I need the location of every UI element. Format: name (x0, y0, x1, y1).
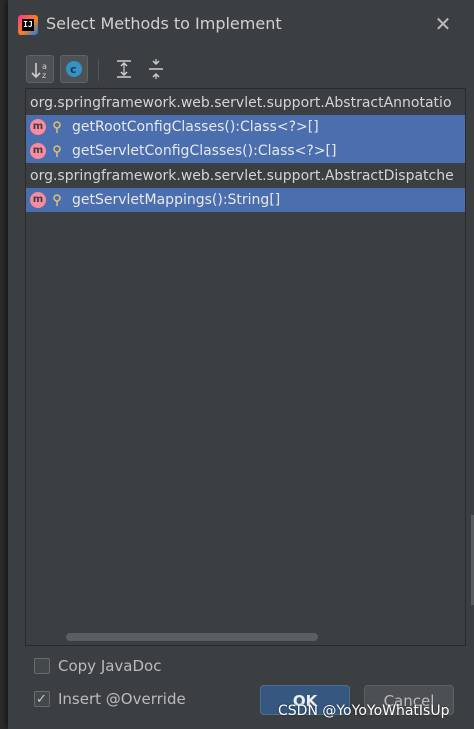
sort-alphabetically-icon: a z (31, 62, 47, 80)
sort-alphabetically-button[interactable]: a z (26, 55, 54, 83)
expand-all-button[interactable] (110, 55, 138, 83)
copy-javadoc-checkbox[interactable] (34, 658, 50, 674)
protected-lock-icon (53, 121, 61, 133)
method-icon: m (30, 143, 46, 159)
class-group-label: org.springframework.web.servlet.support.… (30, 168, 454, 184)
toolbar-separator (98, 59, 99, 81)
method-label: getServletMappings():String[] (72, 192, 281, 208)
select-methods-dialog: IJ Select Methods to Implement ✕ a z c o… (8, 0, 474, 729)
method-row[interactable]: m getRootConfigClasses():Class<?>[] (26, 115, 465, 139)
protected-lock-icon (53, 194, 61, 206)
horizontal-scrollbar-thumb[interactable] (66, 633, 318, 641)
class-group-label: org.springframework.web.servlet.support.… (30, 95, 452, 111)
toolbar: a z c (26, 55, 466, 85)
method-label: getServletConfigClasses():Class<?>[] (72, 143, 337, 159)
show-classes-icon: c (66, 61, 82, 77)
class-group-row[interactable]: org.springframework.web.servlet.support.… (26, 91, 465, 115)
close-icon[interactable]: ✕ (433, 14, 453, 34)
collapse-all-button[interactable] (142, 55, 170, 83)
checkmark-icon: ✓ (36, 692, 47, 707)
method-label: getRootConfigClasses():Class<?>[] (72, 119, 319, 135)
title-bar: IJ Select Methods to Implement ✕ (8, 0, 474, 50)
insert-override-checkbox[interactable]: ✓ (34, 691, 50, 707)
expand-all-icon (117, 60, 131, 78)
background-editor (0, 0, 8, 729)
app-icon-letters: IJ (22, 19, 34, 31)
method-icon: m (30, 192, 46, 208)
dialog-title: Select Methods to Implement (46, 14, 282, 33)
svg-text:a: a (42, 62, 47, 71)
watermark-text: CSDN @YoYoYoWhatIsUp (278, 703, 450, 719)
svg-text:z: z (42, 71, 46, 80)
method-row[interactable]: m getServletMappings():String[] (26, 188, 465, 212)
method-icon: m (30, 119, 46, 135)
show-classes-button[interactable]: c (60, 55, 88, 83)
intellij-app-icon: IJ (18, 15, 38, 35)
method-row[interactable]: m getServletConfigClasses():Class<?>[] (26, 139, 465, 163)
protected-lock-icon (53, 145, 61, 157)
insert-override-label: Insert @Override (58, 690, 186, 708)
collapse-all-icon (149, 59, 163, 79)
copy-javadoc-label: Copy JavaDoc (58, 657, 162, 675)
class-group-row[interactable]: org.springframework.web.servlet.support.… (26, 164, 465, 188)
methods-tree[interactable]: org.springframework.web.servlet.support.… (25, 88, 466, 646)
svg-text:c: c (70, 63, 77, 76)
